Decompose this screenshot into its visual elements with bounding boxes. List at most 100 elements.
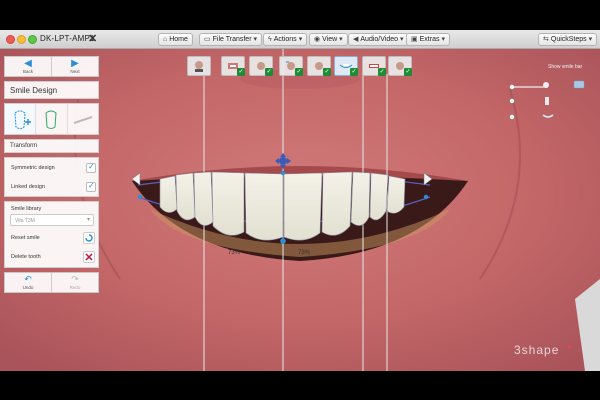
step-thumbnail-2[interactable]: ✓ [221, 56, 245, 76]
maximize-window-button[interactable] [28, 35, 37, 44]
tooth[interactable] [350, 171, 371, 226]
step-thumbnail-6[interactable]: ✓ [334, 56, 358, 76]
back-label: Back [22, 69, 33, 74]
control-point-bottom[interactable] [280, 238, 286, 244]
teeth-row-icon [73, 116, 92, 124]
design-options: Symmetric design Linked design [4, 157, 99, 197]
step-thumbnail-7[interactable]: ✓ [362, 56, 386, 76]
tooth[interactable] [283, 172, 323, 241]
option-dot[interactable] [509, 98, 515, 104]
extras-icon: ▣ [411, 36, 418, 43]
check-icon: ✓ [350, 68, 358, 76]
measurement-left: 73% [228, 250, 241, 256]
undo-button[interactable]: ↶ Undo [5, 273, 51, 292]
control-point-top[interactable] [280, 170, 286, 176]
step-thumbnail-4[interactable]: ✓ [279, 56, 303, 76]
quicksteps-icon: ⇆ [543, 36, 549, 43]
chevron-down-icon: ▾ [400, 36, 404, 43]
audio-video-menu[interactable]: ◀ Audio/Video ▾ [348, 33, 409, 46]
reset-icon [85, 234, 93, 242]
arrow-left-icon: ◀ [24, 58, 32, 69]
delete-tooth-label: Delete tooth [11, 254, 41, 260]
tooth[interactable] [244, 172, 284, 241]
tooth-plus-icon [14, 110, 31, 129]
smile-library-label: Smile library [11, 206, 42, 212]
transform-header: Transform [4, 139, 99, 153]
delete-tooth-button[interactable] [83, 251, 95, 263]
linked-design-label: Linked design [11, 184, 45, 190]
linked-design-row[interactable]: Linked design [5, 178, 100, 197]
tooth[interactable] [386, 175, 406, 214]
chevron-down-icon: ▾ [86, 217, 90, 223]
measurement-right: 73% [298, 250, 311, 256]
tooth[interactable] [175, 172, 196, 221]
option-dot[interactable] [509, 114, 515, 120]
chevron-down-icon: ▾ [588, 36, 593, 43]
home-icon: ⌂ [163, 36, 168, 43]
smile-library-select[interactable]: Vita T3M ▾ [10, 214, 94, 226]
design-tools-row [4, 103, 99, 135]
tooth-shape-tool[interactable] [36, 104, 68, 134]
step-thumbnail-3[interactable]: ✓ [249, 56, 273, 76]
undo-icon: ↶ [24, 274, 32, 284]
window-title: DK-LPT-AMP1 [40, 34, 95, 43]
symmetric-design-checkbox[interactable] [86, 162, 96, 173]
show-smile-bar-label: Show smile bar [548, 64, 583, 70]
control-point-left[interactable] [137, 194, 143, 200]
tooth[interactable] [211, 171, 245, 236]
step-thumbnail-5[interactable]: ✓ [307, 56, 331, 76]
extras-label: Extras [419, 36, 440, 43]
logo-mark-icon: ▸ [568, 342, 573, 351]
redo-button[interactable]: ↷ Redo [52, 273, 98, 292]
slider-knob[interactable] [509, 84, 515, 90]
tooth[interactable] [321, 171, 353, 236]
view-label: View [322, 36, 338, 43]
chevron-down-icon: ▾ [298, 36, 303, 43]
symmetric-design-row[interactable]: Symmetric design [5, 159, 100, 178]
undo-redo-row: ↶ Undo ↷ Redo [4, 272, 99, 293]
light-icon[interactable] [543, 82, 549, 88]
next-button[interactable]: ▶ Next [52, 57, 98, 76]
check-icon: ✓ [265, 68, 273, 76]
transform-title: Transform [10, 143, 38, 149]
nav-row: ◀ Back ▶ Next [4, 56, 99, 77]
delete-icon [85, 253, 93, 261]
step-thumbnail-8[interactable]: ✓ [388, 56, 412, 76]
eye-icon: ◉ [314, 36, 321, 43]
face-photo-icon [195, 61, 203, 72]
speaker-icon: ◀ [353, 36, 359, 43]
lightning-icon: ϟ [268, 36, 272, 43]
redo-icon: ↷ [71, 274, 79, 284]
reset-smile-row[interactable]: Reset smile [5, 229, 100, 248]
brand-logo: 3shape [514, 343, 560, 357]
check-icon: ✓ [295, 68, 303, 76]
reset-smile-button[interactable] [83, 232, 95, 244]
close-window-button[interactable] [6, 35, 15, 44]
step-thumbnail-1[interactable] [187, 56, 211, 76]
library-tool[interactable] [68, 104, 98, 134]
close-case-button[interactable]: ✕ [88, 32, 97, 45]
tooth[interactable] [159, 175, 178, 213]
actions-label: Actions [273, 36, 297, 43]
audio-video-label: Audio/Video [360, 36, 399, 43]
linked-design-checkbox[interactable] [86, 181, 96, 192]
extras-menu[interactable]: ▣ Extras ▾ [406, 33, 450, 46]
back-button[interactable]: ◀ Back [5, 57, 51, 76]
view-menu[interactable]: ◉ View ▾ [309, 33, 348, 46]
control-point-right[interactable] [423, 194, 429, 200]
home-button[interactable]: ⌂ Home [158, 33, 193, 46]
reset-smile-label: Reset smile [11, 235, 40, 241]
tooth[interactable] [193, 171, 214, 226]
quicksteps-label: QuickSteps [550, 36, 587, 43]
chevron-down-icon: ▾ [339, 36, 343, 43]
file-transfer-menu[interactable]: ▭ File Transfer ▾ [199, 33, 263, 46]
check-icon: ✓ [237, 68, 245, 76]
tooth-icon[interactable] [545, 97, 549, 105]
chevron-down-icon: ▾ [441, 36, 445, 43]
actions-menu[interactable]: ϟ Actions ▾ [263, 33, 308, 46]
add-tooth-tool[interactable] [5, 104, 37, 134]
delete-tooth-row[interactable]: Delete tooth [5, 248, 100, 267]
quicksteps-menu[interactable]: ⇆ QuickSteps ▾ [538, 33, 598, 46]
minimize-window-button[interactable] [17, 35, 26, 44]
photo-icon[interactable] [573, 80, 585, 89]
